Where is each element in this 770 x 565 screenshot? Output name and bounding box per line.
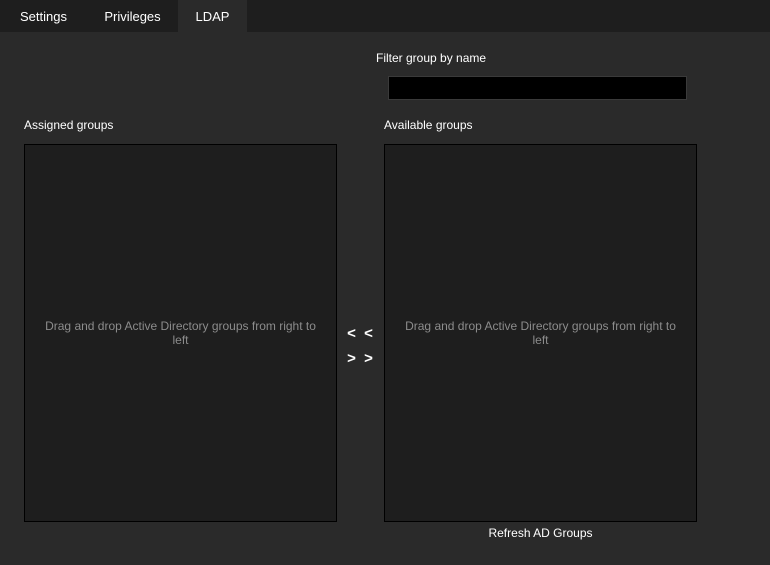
filter-label: Filter group by name: [376, 51, 487, 65]
assigned-groups-hint: Drag and drop Active Directory groups fr…: [45, 319, 316, 347]
available-groups-list[interactable]: Drag and drop Active Directory groups fr…: [384, 144, 697, 522]
assigned-groups-label: Assigned groups: [24, 118, 114, 132]
move-right-button[interactable]: > >: [347, 348, 375, 368]
refresh-ad-groups-button[interactable]: Refresh AD Groups: [384, 526, 697, 542]
filter-group-input[interactable]: [388, 76, 687, 100]
tab-settings[interactable]: Settings: [0, 0, 87, 32]
available-groups-label: Available groups: [384, 118, 473, 132]
assigned-groups-list[interactable]: Drag and drop Active Directory groups fr…: [24, 144, 337, 522]
tab-ldap[interactable]: LDAP: [178, 0, 247, 32]
tab-privileges[interactable]: Privileges: [87, 0, 178, 32]
move-left-button[interactable]: < <: [347, 323, 375, 343]
tab-bar: Settings Privileges LDAP: [0, 0, 770, 32]
available-groups-hint: Drag and drop Active Directory groups fr…: [405, 319, 676, 347]
